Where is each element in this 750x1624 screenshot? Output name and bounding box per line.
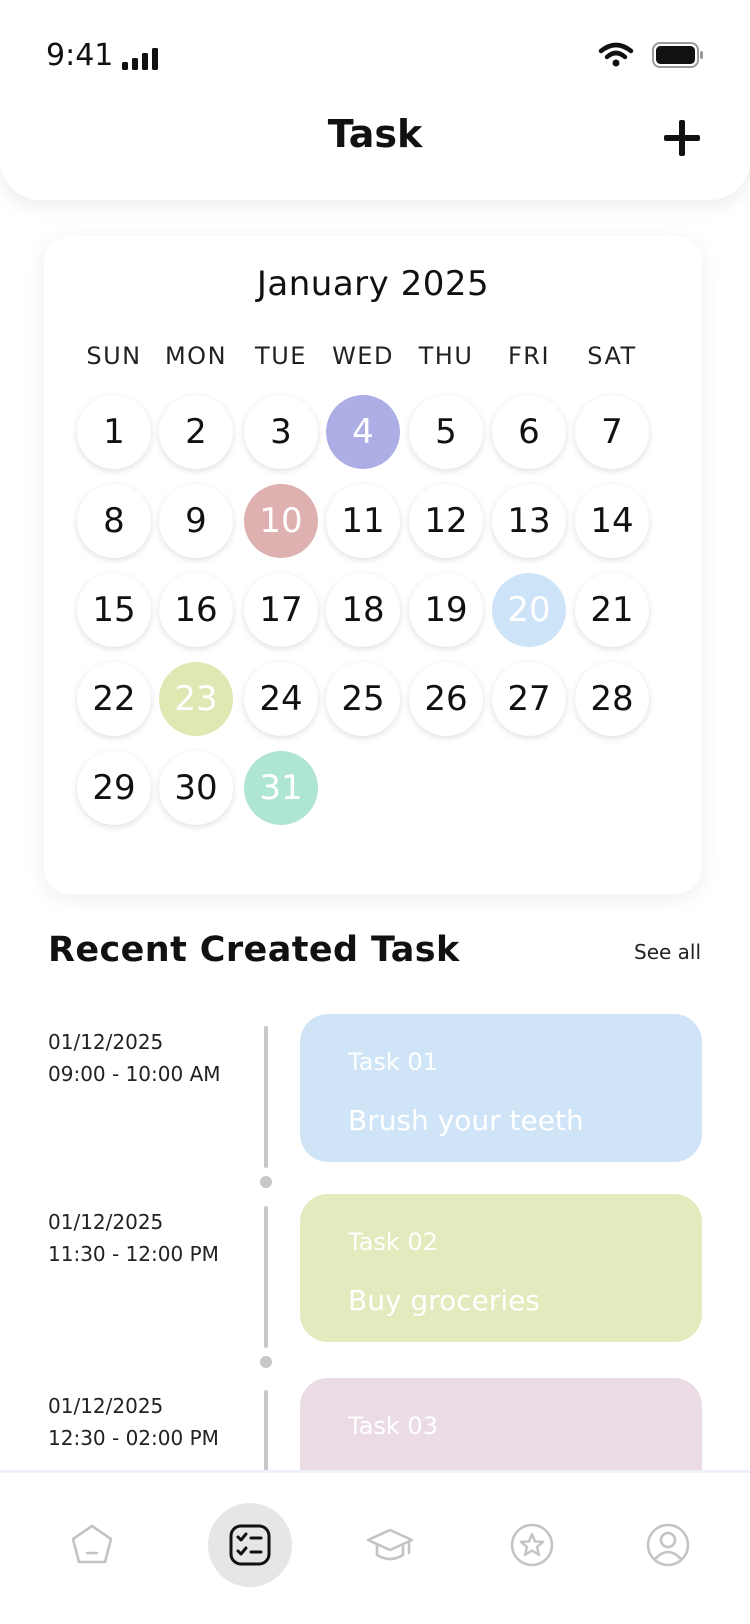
calendar-day[interactable]: 11 [326,484,400,558]
task-card[interactable]: Task 01 Brush your teeth [300,1014,702,1162]
recent-tasks-title: Recent Created Task [48,930,460,970]
task-date: 01/12/2025 [48,1394,164,1418]
page-title: Task [327,112,423,156]
weekday-label: FRI [507,342,551,370]
calendar-day[interactable]: 31 [244,751,318,825]
calendar-day[interactable]: 5 [409,395,483,469]
task-card[interactable]: Task 02 Buy groceries [300,1194,702,1342]
timeline-line [264,1026,268,1168]
add-task-button[interactable] [662,118,702,158]
calendar-day[interactable]: 2 [159,395,233,469]
task-time: 09:00 - 10:00 AM [48,1062,221,1086]
calendar-day[interactable]: 24 [244,662,318,736]
nav-tasks[interactable] [208,1503,292,1587]
battery-icon [652,42,703,68]
timeline-line [264,1390,268,1480]
task-date: 01/12/2025 [48,1210,164,1234]
weekday-label: TUE [255,342,307,370]
calendar-day[interactable]: 25 [326,662,400,736]
calendar-day[interactable]: 15 [77,573,151,647]
task-date: 01/12/2025 [48,1030,164,1054]
see-all-link[interactable]: See all [634,940,701,964]
calendar-card: January 2025 SUN MON TUE WED THU FRI SAT 12345… [44,236,702,894]
calendar-day[interactable]: 23 [159,662,233,736]
timeline-line [264,1206,268,1348]
timeline-dot [260,1176,272,1188]
nav-learning[interactable] [348,1503,432,1587]
calendar-day[interactable]: 3 [244,395,318,469]
nav-favorites[interactable] [490,1503,574,1587]
calendar-day[interactable]: 29 [77,751,151,825]
calendar-day[interactable]: 30 [159,751,233,825]
graduation-cap-icon [366,1528,414,1561]
calendar-day[interactable]: 26 [409,662,483,736]
wifi-icon [598,42,634,67]
task-time: 12:30 - 02:00 PM [48,1426,219,1450]
weekday-label: THU [418,342,474,370]
calendar-day[interactable]: 17 [244,573,318,647]
calendar-day[interactable]: 21 [575,573,649,647]
calendar-day[interactable]: 1 [77,395,151,469]
task-title: Task 02 [348,1228,438,1256]
calendar-day[interactable]: 13 [492,484,566,558]
task-title: Task 03 [348,1412,438,1440]
nav-profile[interactable] [626,1503,710,1587]
calendar-day[interactable]: 12 [409,484,483,558]
calendar-day[interactable]: 6 [492,395,566,469]
task-description: Brush your teeth [348,1104,584,1137]
calendar-day[interactable]: 14 [575,484,649,558]
star-icon [510,1523,554,1567]
cellular-signal-icon [122,48,158,70]
calendar-day[interactable]: 22 [77,662,151,736]
calendar-day[interactable]: 4 [326,395,400,469]
task-description: Buy groceries [348,1284,540,1317]
timeline-dot [260,1356,272,1368]
calendar-day[interactable]: 16 [159,573,233,647]
task-list-icon [229,1524,271,1566]
nav-home[interactable] [50,1503,134,1587]
bottom-nav [0,1470,750,1624]
home-icon [71,1524,113,1564]
task-title: Task 01 [348,1048,438,1076]
calendar-day[interactable]: 7 [575,395,649,469]
calendar-day[interactable]: 8 [77,484,151,558]
calendar-month-title: January 2025 [256,264,490,304]
calendar-day[interactable]: 27 [492,662,566,736]
calendar-day[interactable]: 28 [575,662,649,736]
calendar-day[interactable]: 9 [159,484,233,558]
weekday-label: SAT [587,342,637,370]
profile-icon [646,1523,690,1567]
weekday-label: MON [164,342,228,370]
status-time: 9:41 [46,38,114,73]
calendar-day[interactable]: 10 [244,484,318,558]
weekday-label: SUN [86,342,142,370]
header: 9:41 Task [0,0,750,200]
calendar-day[interactable]: 20 [492,573,566,647]
calendar-day[interactable]: 19 [409,573,483,647]
task-time: 11:30 - 12:00 PM [48,1242,219,1266]
weekday-label: WED [332,342,394,370]
calendar-day[interactable]: 18 [326,573,400,647]
